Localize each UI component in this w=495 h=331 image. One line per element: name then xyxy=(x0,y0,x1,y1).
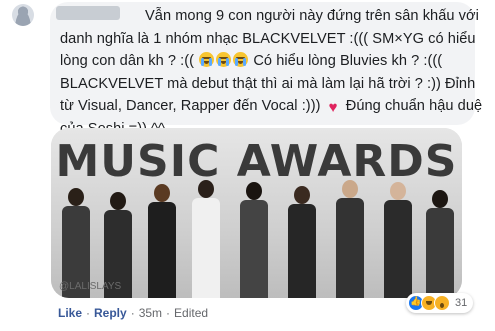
crying-emoji-icon xyxy=(199,52,215,67)
separator: · xyxy=(86,306,91,320)
comment-line-3: lòng con dân kh ? :(( Có hiểu lòng Bluvi… xyxy=(60,50,470,73)
attached-photo[interactable]: MUSIC AWARDS @LALISLAYS xyxy=(51,128,462,298)
comment-line-5a: từ Visual, Dancer, Rapper đến Vocal :))) xyxy=(60,98,321,114)
photo-person xyxy=(285,186,319,298)
wow-icon xyxy=(434,295,450,311)
comment-text: Vẫn mong 9 con người này đứng trên sân k… xyxy=(60,5,482,140)
comment-timestamp[interactable]: 35m xyxy=(139,306,162,320)
comment-line-2: danh nghĩa là 1 nhóm nhạc BLACKVELVET :(… xyxy=(60,30,476,47)
photo-person xyxy=(237,182,271,298)
photo-person xyxy=(145,184,179,298)
comment-line-4: BLACKVELVET mà debut thật thì ai mà làm … xyxy=(60,75,476,92)
reactions-summary[interactable]: 31 xyxy=(406,293,474,313)
photo-person xyxy=(381,182,415,298)
comment-actions: Like · Reply · 35m · Edited xyxy=(58,306,208,320)
photo-person xyxy=(333,180,367,298)
photo-backdrop-title: MUSIC AWARDS xyxy=(55,136,458,187)
reply-button[interactable]: Reply xyxy=(94,306,127,320)
comment-line-1: Vẫn mong 9 con người này đứng trên sân k… xyxy=(145,8,479,24)
comment-line-3b: Có hiểu lòng Bluvies kh ? :((( xyxy=(253,53,443,69)
comment-line-3a: lòng con dân kh ? :(( xyxy=(60,53,195,69)
avatar-column xyxy=(0,0,46,331)
red-heart-emoji-icon: ♥ xyxy=(328,99,338,116)
crying-emoji-icon xyxy=(233,52,249,67)
photo-person xyxy=(423,190,457,298)
comment-line-5: từ Visual, Dancer, Rapper đến Vocal :)))… xyxy=(60,95,482,118)
reaction-count: 31 xyxy=(455,297,468,309)
comment-line-5b: Đúng chuẩn hậu duệ xyxy=(345,98,483,114)
photo-person xyxy=(189,180,223,298)
separator: · xyxy=(166,306,171,320)
commenter-avatar[interactable] xyxy=(12,4,34,26)
edited-label[interactable]: Edited xyxy=(174,306,208,320)
crying-emoji-icon xyxy=(216,52,232,67)
like-button[interactable]: Like xyxy=(58,306,82,320)
separator: · xyxy=(130,306,135,320)
photo-watermark: @LALISLAYS xyxy=(59,281,122,292)
